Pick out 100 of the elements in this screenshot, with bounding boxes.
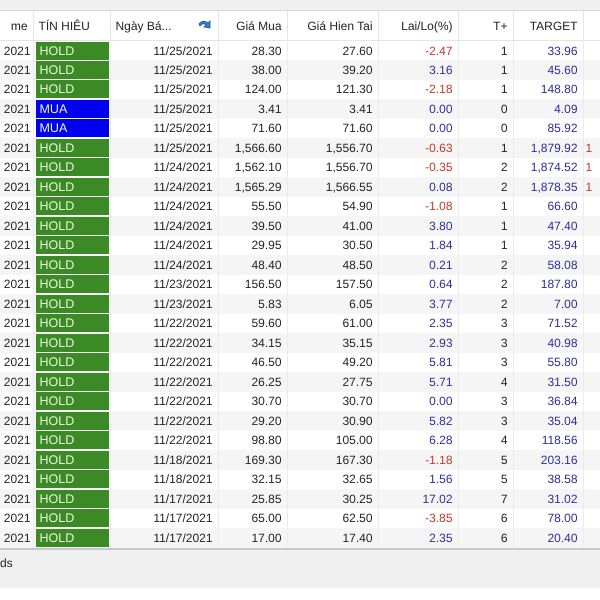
signal-label: HOLD	[36, 80, 108, 98]
column-header[interactable]: Giá Mua	[218, 11, 287, 40]
table-cell: 1,566.60	[218, 138, 287, 158]
signal-label: HOLD	[36, 314, 108, 332]
table-cell: 0.00	[378, 99, 458, 118]
table-cell: 1	[458, 138, 513, 158]
table-cell: 11/18/2021	[110, 450, 218, 470]
table-cell: 3.77	[378, 294, 458, 314]
table-cell: 1	[583, 138, 600, 158]
signal-label: HOLD	[36, 372, 108, 391]
table-cell: 2	[458, 255, 513, 274]
column-header[interactable]: TÍN HIÊU	[33, 11, 110, 40]
table-cell: 2021	[0, 60, 33, 80]
column-header[interactable]: Giá Hien Tai	[287, 11, 378, 40]
table-cell: 17.40	[287, 528, 378, 548]
table-cell: 3.80	[378, 216, 458, 236]
table-cell: 38.00	[218, 60, 287, 80]
signal-label: HOLD	[36, 60, 108, 79]
table-cell: 39.50	[218, 216, 287, 236]
signal-label: HOLD	[36, 275, 108, 294]
table-cell: 11/25/2021	[110, 99, 218, 118]
signal-label: HOLD	[36, 236, 108, 254]
table-cell: 2021	[0, 177, 33, 196]
column-header[interactable]: T+	[458, 11, 513, 40]
table-cell: 169.30	[218, 450, 287, 470]
table-cell: 11/22/2021	[110, 372, 218, 392]
column-header[interactable]: TARGET	[513, 11, 583, 40]
table-cell: 7	[458, 489, 513, 508]
table-cell: 2021	[0, 528, 33, 548]
table-cell: 1,879.92	[513, 138, 583, 158]
signal-label: HOLD	[36, 138, 108, 157]
table-cell: 11/25/2021	[110, 138, 218, 158]
table-cell: 27.75	[287, 372, 378, 392]
signal-label: HOLD	[36, 470, 108, 488]
table-cell: 1,565.29	[218, 177, 287, 196]
table-cell: 17.02	[378, 489, 458, 508]
signal-label: HOLD	[36, 431, 108, 450]
column-header[interactable]: me	[0, 11, 33, 40]
table-cell: 4.09	[513, 99, 583, 118]
table-cell: -1.18	[378, 450, 458, 470]
table-cell: 31.02	[513, 489, 583, 508]
column-header[interactable]: Ngày Bá...	[110, 11, 218, 40]
signal-label: HOLD	[36, 294, 108, 313]
table-cell: 0	[458, 99, 513, 118]
signal-label: HOLD	[36, 334, 108, 352]
table-cell: 2.35	[378, 528, 458, 548]
table-cell: 11/22/2021	[110, 333, 218, 352]
signal-label: HOLD	[36, 353, 108, 372]
table-cell: 11/17/2021	[110, 528, 218, 548]
table-cell: -0.63	[378, 138, 458, 158]
table-cell: 3	[458, 333, 513, 352]
table-cell: 31.50	[513, 372, 583, 392]
signal-label: HOLD	[36, 392, 108, 410]
table-cell: 0.08	[378, 177, 458, 196]
signal-label: HOLD	[36, 412, 108, 430]
signal-label: MUA	[36, 100, 108, 118]
table-cell: 1	[458, 216, 513, 236]
signal-label: HOLD	[36, 158, 108, 176]
table-cell: 2.93	[378, 333, 458, 352]
table-cell: 2021	[0, 294, 33, 314]
table-cell: 5.71	[378, 372, 458, 392]
table-cell: 1,566.55	[287, 177, 378, 196]
signal-label: HOLD	[36, 450, 108, 469]
table-cell: 3	[458, 411, 513, 430]
table-cell: 11/23/2021	[110, 294, 218, 314]
table-cell: 5.82	[378, 411, 458, 430]
signal-label: HOLD	[36, 528, 108, 547]
table-cell: 20.40	[513, 528, 583, 548]
table-cell: 2021	[0, 450, 33, 470]
table-cell: 48.50	[287, 255, 378, 274]
table-cell: 34.15	[218, 333, 287, 352]
table-cell: 35.15	[287, 333, 378, 352]
table-cell: 2021	[0, 333, 33, 352]
table-cell: 30.25	[287, 489, 378, 508]
table-cell: 2021	[0, 255, 33, 274]
table-cell: 2021	[0, 99, 33, 118]
table-cell: 6	[458, 528, 513, 548]
table-cell: 1	[583, 177, 600, 196]
signal-label: MUA	[36, 119, 108, 138]
table-cell: 2021	[0, 411, 33, 430]
table-cell: 47.40	[513, 216, 583, 236]
table-cell: 48.40	[218, 255, 287, 274]
table-cell: 11/24/2021	[110, 177, 218, 196]
table-cell: 3.41	[287, 99, 378, 118]
table-cell: 167.30	[287, 450, 378, 470]
status-text: ds	[0, 556, 13, 570]
table-cell: 30.90	[287, 411, 378, 430]
table-cell: 203.16	[513, 450, 583, 470]
table-cell: 3.16	[378, 60, 458, 80]
table-cell: 2021	[0, 216, 33, 236]
column-header[interactable]: Lai/Lo(%)	[378, 11, 458, 40]
table-cell: 39.20	[287, 60, 378, 80]
table-cell: 5.83	[218, 294, 287, 314]
table-cell: 2021	[0, 138, 33, 158]
table-cell: 25.85	[218, 489, 287, 508]
signal-label: HOLD	[36, 256, 108, 274]
table-cell: 45.60	[513, 60, 583, 80]
table-cell: 2	[458, 177, 513, 196]
table-cell: 1,878.35	[513, 177, 583, 196]
table-cell: 5	[458, 450, 513, 470]
